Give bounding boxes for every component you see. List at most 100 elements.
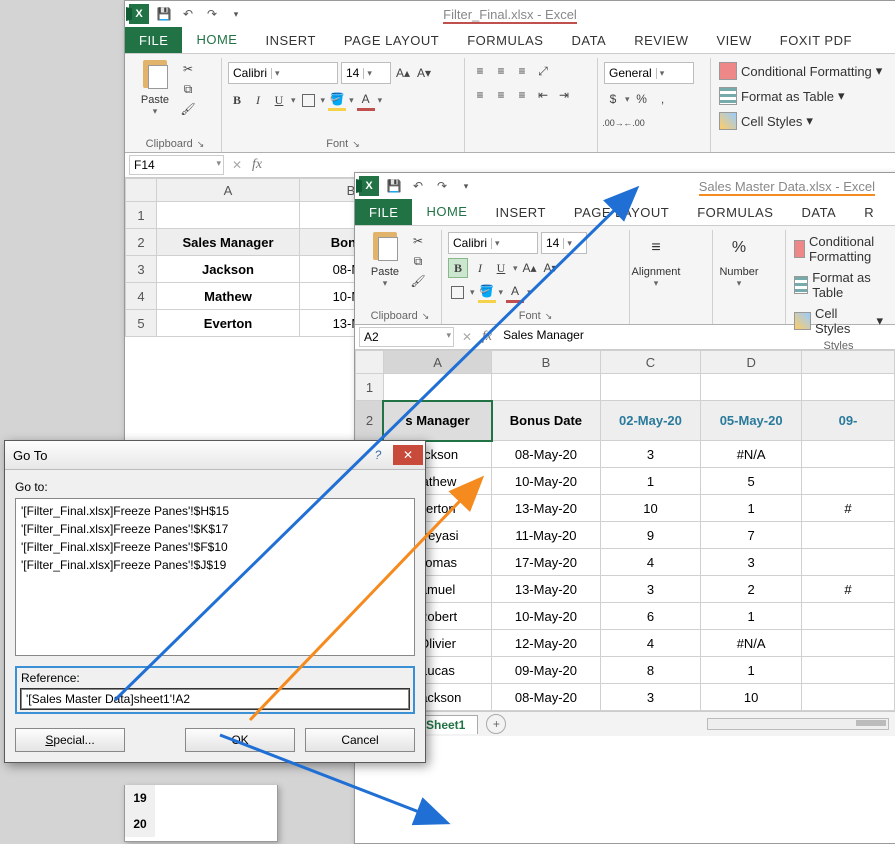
cell[interactable]: 4: [600, 549, 701, 576]
align-middle-icon[interactable]: ≡: [492, 62, 510, 80]
tab-insert[interactable]: INSERT: [481, 199, 559, 225]
fill-color-button[interactable]: 🪣: [328, 90, 346, 111]
align-bottom-icon[interactable]: ≡: [513, 62, 531, 80]
cell[interactable]: Jackson: [157, 256, 300, 283]
fill-color-button[interactable]: 🪣: [478, 282, 496, 303]
cell[interactable]: Mathew: [157, 283, 300, 310]
font-color-button[interactable]: A: [357, 90, 375, 111]
font-size-select[interactable]: 14▾: [341, 62, 391, 84]
cell[interactable]: 10: [701, 684, 802, 711]
tab-formulas[interactable]: FORMULAS: [683, 199, 787, 225]
cell[interactable]: 7: [701, 522, 802, 549]
cell[interactable]: 3: [600, 684, 701, 711]
cell[interactable]: 09-: [801, 401, 894, 441]
col-header-b[interactable]: B: [492, 351, 600, 374]
cell-selected[interactable]: s Manager: [383, 401, 491, 441]
align-left-icon[interactable]: ≡: [471, 86, 489, 104]
copy-icon[interactable]: ⧉: [179, 80, 197, 98]
italic-button[interactable]: I: [249, 92, 267, 110]
borders-button[interactable]: [302, 94, 315, 107]
format-painter-icon[interactable]: 🖌: [409, 272, 427, 290]
decrease-font-icon[interactable]: A▾: [415, 64, 433, 82]
redo-icon[interactable]: ↷: [203, 5, 221, 23]
decrease-indent-icon[interactable]: ⇤: [534, 86, 552, 104]
help-icon[interactable]: ?: [363, 445, 393, 465]
conditional-formatting-button[interactable]: Conditional Formatting ▾: [717, 60, 884, 82]
cell[interactable]: 02-May-20: [600, 401, 701, 441]
fx-icon[interactable]: fx: [476, 329, 498, 345]
save-icon[interactable]: 💾: [385, 177, 403, 195]
tab-insert[interactable]: INSERT: [251, 27, 329, 53]
cell[interactable]: 4: [600, 630, 701, 657]
cell[interactable]: 2: [701, 576, 802, 603]
cell[interactable]: #: [801, 576, 894, 603]
cell[interactable]: [801, 657, 894, 684]
cell[interactable]: 5: [701, 468, 802, 495]
close-icon[interactable]: ✕: [393, 445, 423, 465]
cell[interactable]: 08-May-20: [492, 684, 600, 711]
copy-icon[interactable]: ⧉: [409, 252, 427, 270]
row-header[interactable]: 20: [125, 811, 155, 837]
font-name-select[interactable]: Calibri▾: [448, 232, 538, 254]
col-header-a[interactable]: A: [157, 179, 300, 202]
cell[interactable]: [801, 441, 894, 468]
increase-font-icon[interactable]: A▴: [394, 64, 412, 82]
orientation-icon[interactable]: ⤢: [534, 62, 552, 80]
decrease-decimal-icon[interactable]: ←.00: [625, 114, 643, 132]
reference-input[interactable]: [21, 689, 409, 709]
bold-button[interactable]: B: [228, 92, 246, 110]
cell[interactable]: 3: [701, 549, 802, 576]
cell[interactable]: 6: [600, 603, 701, 630]
cell[interactable]: Sales Manager: [157, 229, 300, 256]
cell[interactable]: 08-May-20: [492, 441, 600, 468]
undo-icon[interactable]: ↶: [409, 177, 427, 195]
row-header[interactable]: 19: [125, 785, 155, 811]
row-header[interactable]: 5: [126, 310, 157, 337]
cell[interactable]: 1: [701, 657, 802, 684]
cut-icon[interactable]: ✂: [409, 232, 427, 250]
tab-view[interactable]: VIEW: [703, 27, 766, 53]
paste-button[interactable]: Paste ▾: [365, 230, 405, 289]
cell[interactable]: 10-May-20: [492, 603, 600, 630]
increase-decimal-icon[interactable]: .00→: [604, 114, 622, 132]
cell[interactable]: 1: [701, 603, 802, 630]
align-center-icon[interactable]: ≡: [492, 86, 510, 104]
tab-home[interactable]: HOME: [412, 199, 481, 225]
list-item[interactable]: '[Filter_Final.xlsx]Freeze Panes'!$F$10: [21, 538, 409, 556]
paste-button[interactable]: Paste ▾: [135, 58, 175, 117]
cell[interactable]: [801, 549, 894, 576]
cell[interactable]: 12-May-20: [492, 630, 600, 657]
ok-button[interactable]: OK: [185, 728, 295, 752]
cancel-button[interactable]: Cancel: [305, 728, 415, 752]
tab-home[interactable]: HOME: [182, 27, 251, 53]
cell[interactable]: 05-May-20: [701, 401, 802, 441]
dialog-titlebar[interactable]: Go To ? ✕: [5, 441, 425, 470]
cell[interactable]: 3: [600, 441, 701, 468]
cell[interactable]: [801, 468, 894, 495]
cell[interactable]: 9: [600, 522, 701, 549]
underline-button[interactable]: U: [492, 259, 510, 277]
format-as-table-button[interactable]: Format as Table ▾: [717, 85, 847, 107]
cell[interactable]: #: [801, 495, 894, 522]
tab-file[interactable]: FILE: [355, 199, 412, 225]
font-size-select[interactable]: 14▾: [541, 232, 587, 254]
increase-indent-icon[interactable]: ⇥: [555, 86, 573, 104]
qat-customize-icon[interactable]: ▾: [457, 177, 475, 195]
new-sheet-button[interactable]: +: [486, 714, 506, 734]
undo-icon[interactable]: ↶: [179, 5, 197, 23]
cell[interactable]: 17-May-20: [492, 549, 600, 576]
font-name-select[interactable]: Calibri▾: [228, 62, 338, 84]
row-header[interactable]: 3: [126, 256, 157, 283]
conditional-formatting-button[interactable]: Conditional Formatting: [792, 232, 885, 266]
row-header[interactable]: 2: [356, 401, 384, 441]
goto-listbox[interactable]: '[Filter_Final.xlsx]Freeze Panes'!$H$15 …: [15, 498, 415, 656]
cell[interactable]: Bonus Date: [492, 401, 600, 441]
tab-review[interactable]: REVIEW: [620, 27, 702, 53]
number-button[interactable]: %Number▾: [719, 230, 759, 289]
cell[interactable]: [801, 522, 894, 549]
comma-icon[interactable]: ,: [654, 90, 672, 108]
fx-icon[interactable]: fx: [246, 157, 268, 173]
cell[interactable]: 09-May-20: [492, 657, 600, 684]
cell[interactable]: 1: [600, 468, 701, 495]
cell[interactable]: 11-May-20: [492, 522, 600, 549]
